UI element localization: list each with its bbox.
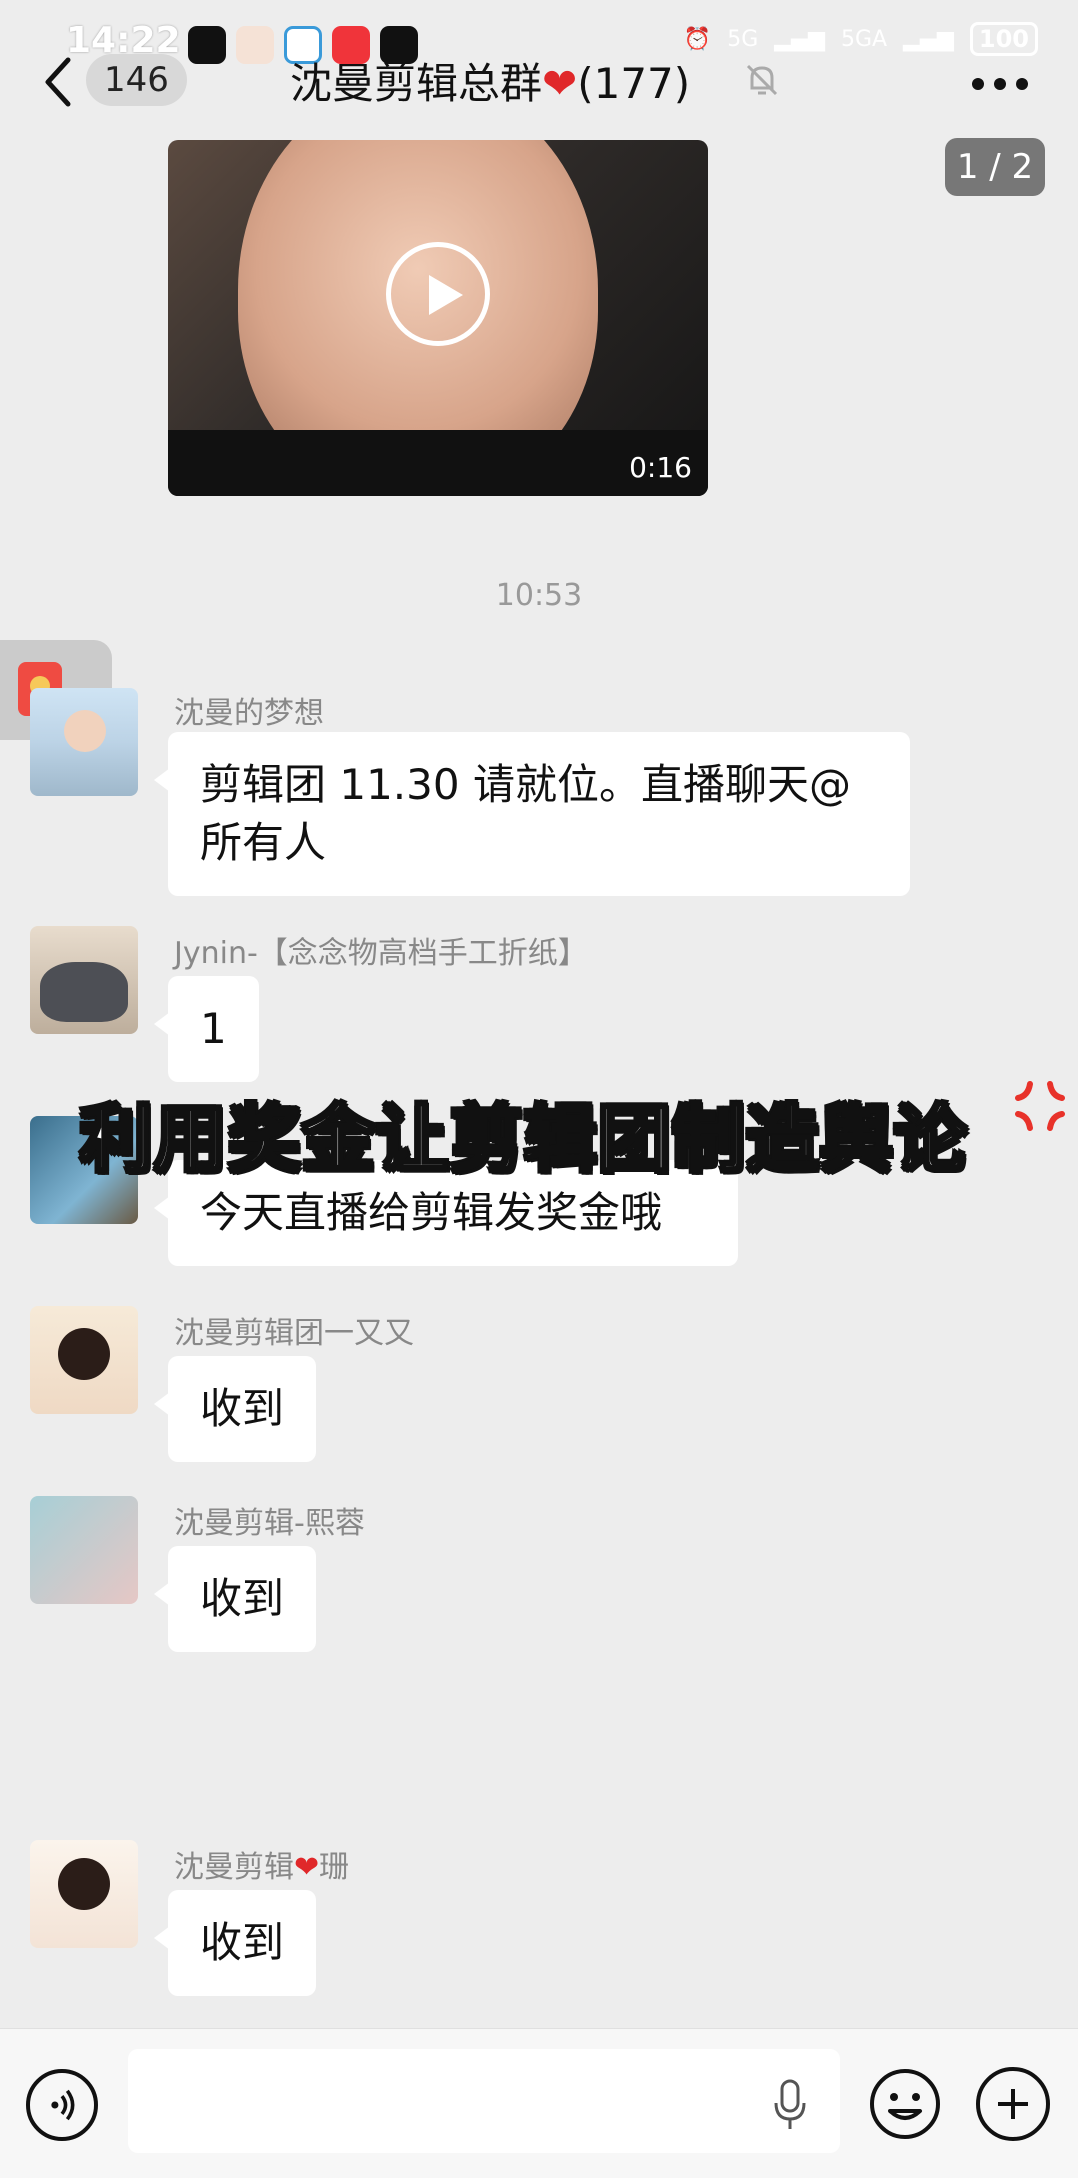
message-input-bar [0,2028,1078,2178]
chat-screen: 14:22 ⏰ 5G ▂▄▆ 5GA ▂▄▆ 100 146 沈曼剪辑总群❤(1… [0,0,1078,2178]
message-text: 1 [200,1004,227,1053]
message-bubble[interactable]: 收到 [153,1890,317,1996]
message-text: 收到 [200,1574,285,1623]
more-icon[interactable] [972,78,1028,92]
page-indicator: 1 / 2 [945,138,1045,196]
message-input[interactable] [128,2049,840,2153]
chat-header: 146 沈曼剪辑总群❤(177) [0,30,1078,140]
anger-symbol-icon [1015,1081,1065,1131]
avatar[interactable] [30,688,138,796]
message-bubble[interactable]: 1 [154,976,259,1082]
avatar[interactable] [30,926,138,1034]
voice-icon[interactable] [26,2069,98,2141]
avatar[interactable] [30,1306,138,1414]
sender-name: Jynin-【念念物高档手工折纸】 [174,936,588,971]
message-bubble[interactable]: 剪辑团 11.30 请就位。直播聊天@ 所有人 [154,732,910,896]
overlay-caption: 利用奖金让剪辑团制造舆论 [78,1096,969,1183]
plus-icon[interactable] [976,2067,1050,2141]
video-message[interactable]: 0:16 [168,140,708,496]
sender-name: 沈曼剪辑❤珊 [174,1842,349,1886]
sender-name-suffix: 珊 [319,1850,350,1885]
avatar[interactable] [30,1840,138,1948]
message-text: 收到 [200,1918,285,1967]
sender-name-prefix: 沈曼剪辑 [174,1850,294,1885]
bell-off-icon [746,64,778,96]
message-bubble[interactable]: 收到 [153,1546,317,1652]
message-text-line: 所有人 [200,818,327,867]
unread-count-badge[interactable]: 146 [86,54,187,106]
avatar[interactable] [30,1496,138,1604]
mic-icon[interactable] [770,2077,810,2133]
sender-name: 沈曼剪辑团一又又 [174,1316,414,1351]
message-bubble[interactable]: 收到 [153,1356,317,1462]
message-text: 收到 [200,1384,285,1433]
message-text: 今天直播给剪辑发奖金哦 [200,1188,663,1237]
member-count: (177) [577,59,691,108]
sender-name: 沈曼的梦想 [174,696,324,731]
sender-name: 沈曼剪辑-熙蓉 [174,1506,365,1541]
emoji-icon[interactable] [868,2067,942,2141]
chat-title: 沈曼剪辑总群❤(177) [290,50,690,111]
chat-title-text: 沈曼剪辑总群 [290,59,543,108]
heart-icon: ❤ [294,1850,320,1885]
video-thumbnail-shirt [168,430,708,496]
heart-icon: ❤ [542,59,578,108]
message-text-line: 剪辑团 11.30 请就位。直播聊天@ [200,760,851,809]
video-duration: 0:16 [629,451,692,484]
chevron-left-icon[interactable] [38,52,78,112]
time-divider: 10:53 [495,578,583,613]
play-icon[interactable] [386,242,490,346]
